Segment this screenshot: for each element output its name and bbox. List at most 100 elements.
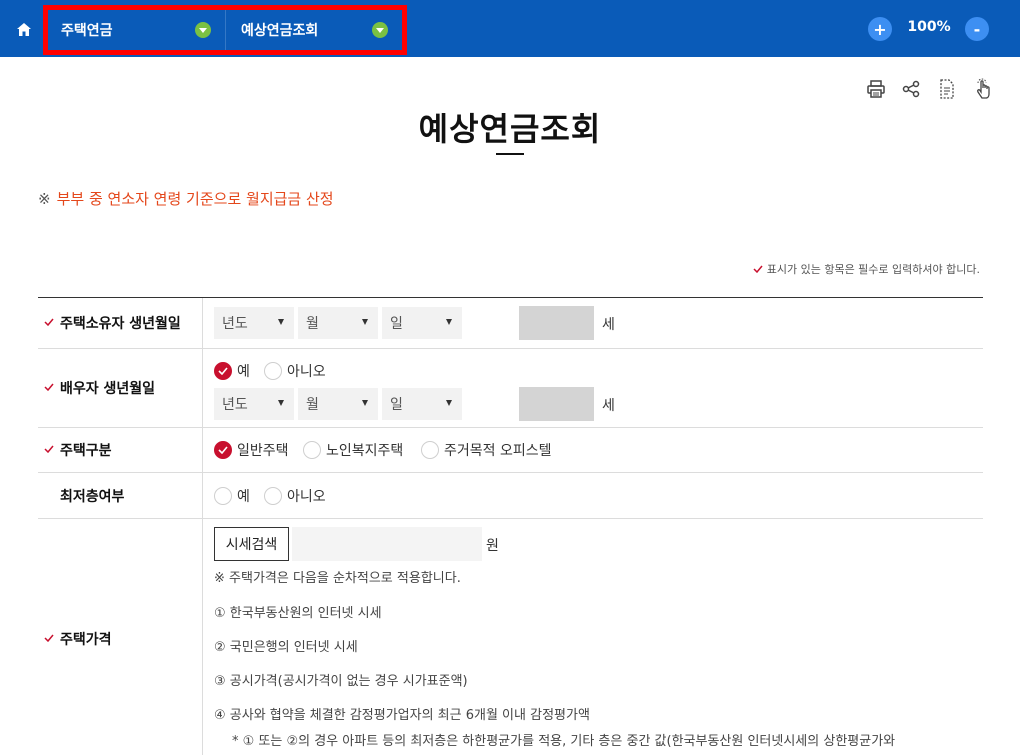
share-button[interactable] [900, 78, 922, 100]
house-type-general-radio[interactable]: 일반주택 [214, 440, 289, 460]
row-lowest-floor: 최저층여부 예 아니오 [38, 473, 983, 519]
required-check-icon [44, 445, 54, 453]
row-label: 주택소유자 생년월일 [38, 298, 203, 348]
spouse-age-display [519, 387, 594, 421]
chevron-down-icon[interactable] [372, 22, 388, 38]
house-type-officetel-radio[interactable]: 주거목적 오피스텔 [421, 440, 552, 460]
document-icon [940, 79, 954, 99]
radio-unchecked-icon [214, 487, 232, 505]
radio-label: 노인복지주택 [326, 443, 404, 459]
select-value: 년도 [222, 397, 248, 413]
document-button[interactable] [936, 78, 958, 100]
price-source-item: ③ 공시가격(공시가격이 없는 경우 시가표준액) [214, 674, 468, 689]
row-spouse-birth: 배우자 생년월일 예 아니오 년도 월 일 세 [38, 349, 983, 428]
radio-unchecked-icon [303, 441, 321, 459]
row-body: 예 아니오 년도 월 일 세 [214, 349, 983, 427]
top-navigation-bar: 주택연금 예상연금조회 + 100% - [0, 0, 1020, 57]
touch-button[interactable] [973, 78, 995, 100]
home-button[interactable] [12, 17, 36, 41]
title-underline [496, 153, 524, 155]
breadcrumb-item-pension-lookup[interactable]: 예상연금조회 [226, 10, 402, 50]
select-arrow-icon [278, 319, 284, 325]
lowest-floor-no-radio[interactable]: 아니오 [264, 486, 326, 506]
radio-unchecked-icon [264, 487, 282, 505]
row-label: 최저층여부 [38, 473, 203, 518]
select-arrow-icon [362, 319, 368, 325]
select-value: 년도 [222, 316, 248, 332]
row-body: 예 아니오 [214, 473, 983, 518]
home-icon [17, 22, 31, 36]
required-check-icon [44, 634, 54, 642]
owner-month-select[interactable]: 월 [298, 307, 378, 339]
owner-year-select[interactable]: 년도 [214, 307, 294, 339]
breadcrumb-label: 예상연금조회 [241, 23, 319, 39]
radio-label: 일반주택 [237, 443, 289, 459]
spouse-month-select[interactable]: 월 [298, 388, 378, 420]
radio-checked-icon [214, 362, 232, 380]
touch-icon [977, 78, 990, 99]
row-owner-birth: 주택소유자 생년월일 년도 월 일 세 [38, 298, 983, 349]
owner-age-display [519, 306, 594, 340]
radio-label: 주거목적 오피스텔 [444, 443, 552, 459]
notice-mark: ※ [38, 190, 51, 208]
row-label-text: 배우자 생년월일 [60, 381, 156, 397]
share-icon [902, 80, 920, 98]
lowest-floor-yes-radio[interactable]: 예 [214, 486, 250, 506]
row-label: 주택가격 [38, 519, 203, 755]
row-label: 배우자 생년월일 [38, 349, 203, 427]
row-label: 주택구분 [38, 428, 203, 472]
age-unit: 세 [602, 398, 615, 414]
print-button[interactable] [865, 78, 887, 100]
radio-unchecked-icon [264, 362, 282, 380]
price-source-item: ② 국민은행의 인터넷 시세 [214, 640, 358, 655]
required-note-text: 표시가 있는 항목은 필수로 입력하셔야 합니다. [766, 263, 980, 276]
page-title: 예상연금조회 [418, 110, 602, 148]
zoom-level: 100% [907, 19, 951, 35]
price-search-button[interactable]: 시세검색 [214, 527, 289, 561]
spouse-yes-radio[interactable]: 예 [214, 361, 250, 381]
house-type-senior-radio[interactable]: 노인복지주택 [303, 440, 403, 460]
price-source-item: ① 한국부동산원의 인터넷 시세 [214, 606, 382, 621]
notice-message: 부부 중 연소자 연령 기준으로 월지급금 산정 [56, 190, 334, 208]
select-arrow-icon [362, 400, 368, 406]
row-label-text: 주택구분 [60, 443, 112, 459]
row-house-type: 주택구분 일반주택 노인복지주택 주거목적 오피스텔 [38, 428, 983, 473]
row-label-text: 주택가격 [60, 632, 112, 648]
price-source-item: ④ 공사와 협약을 체결한 감정평가업자의 최근 6개월 이내 감정평가액 [214, 708, 590, 723]
price-unit: 원 [486, 538, 499, 554]
select-value: 일 [390, 316, 403, 332]
zoom-in-button[interactable]: + [868, 17, 892, 41]
breadcrumb: 주택연금 예상연금조회 [43, 5, 407, 55]
notice-text: ※ 부부 중 연소자 연령 기준으로 월지급금 산정 [38, 188, 334, 209]
row-house-price: 주택가격 시세검색 원 ※ 주택가격은 다음을 순차적으로 적용합니다. ① 한… [38, 519, 983, 755]
row-label-text: 주택소유자 생년월일 [60, 316, 181, 332]
price-footnote: * ① 또는 ②의 경우 아파트 등의 최저층은 하한평균가를 적용, 기타 층… [232, 734, 896, 749]
row-body: 시세검색 원 ※ 주택가격은 다음을 순차적으로 적용합니다. ① 한국부동산원… [214, 519, 983, 755]
spouse-year-select[interactable]: 년도 [214, 388, 294, 420]
spouse-day-select[interactable]: 일 [382, 388, 462, 420]
house-price-input[interactable] [292, 527, 482, 561]
row-label-text: 최저층여부 [60, 488, 125, 505]
breadcrumb-label: 주택연금 [61, 23, 113, 39]
select-arrow-icon [446, 319, 452, 325]
owner-day-select[interactable]: 일 [382, 307, 462, 339]
radio-unchecked-icon [421, 441, 439, 459]
radio-label: 예 [237, 364, 250, 380]
chevron-down-icon[interactable] [195, 22, 211, 38]
radio-checked-icon [214, 441, 232, 459]
spouse-no-radio[interactable]: 아니오 [264, 361, 326, 381]
print-icon [867, 80, 885, 98]
select-value: 일 [390, 397, 403, 413]
breadcrumb-item-housing-pension[interactable]: 주택연금 [48, 10, 226, 50]
row-body: 년도 월 일 세 [214, 298, 983, 348]
required-check-icon [44, 383, 54, 391]
required-check-icon [44, 318, 54, 326]
pension-form: 주택소유자 생년월일 년도 월 일 세 배우자 생년월일 예 아니오 년도 월 [38, 297, 983, 755]
radio-label: 아니오 [287, 489, 326, 505]
zoom-out-button[interactable]: - [965, 17, 989, 41]
select-value: 월 [306, 397, 319, 413]
radio-label: 예 [237, 489, 250, 505]
select-arrow-icon [278, 400, 284, 406]
radio-label: 아니오 [287, 364, 326, 380]
row-body: 일반주택 노인복지주택 주거목적 오피스텔 [214, 428, 983, 472]
